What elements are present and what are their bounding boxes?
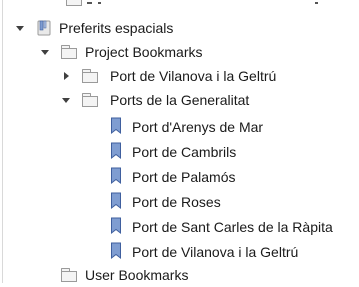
bookmark-item[interactable]: Port d'Arenys de Mar [0,115,359,139]
tree-item-label: Port de Vilanova i la Geltrú [110,68,277,84]
bookmark-icon [110,242,122,263]
bookmarks-book-icon [36,19,54,40]
bookmark-item[interactable]: Port de Palamós [0,165,359,189]
tree-item-label: Project Bookmarks [85,44,203,60]
tree-item-label: User Bookmarks [85,267,189,283]
tree-item-project-bookmarks[interactable]: Project Bookmarks [0,40,359,64]
folder-icon [61,45,77,59]
tree-item-label: Preferits espacials [59,20,174,36]
chevron-down-icon[interactable] [14,22,26,34]
bookmark-icon [110,167,122,188]
scrolled-row-partial [60,0,359,8]
chevron-right-icon[interactable] [60,70,72,82]
bookmark-label: Port de Palamós [132,169,236,185]
bookmark-icon [110,192,122,213]
bookmark-item[interactable]: Port de Cambrils [0,140,359,164]
bookmark-label: Port de Vilanova i la Geltrú [132,244,299,260]
bookmark-item[interactable]: Port de Vilanova i la Geltrú [0,240,359,264]
bookmark-icon [110,142,122,163]
folder-icon [82,69,98,83]
folder-icon [82,93,98,107]
folder-icon [66,0,82,6]
bookmark-item[interactable]: Port de Sant Carles de la Ràpita [0,215,359,239]
chevron-down-icon[interactable] [39,46,51,58]
bookmark-label: Port d'Arenys de Mar [132,119,264,135]
bookmark-icon [110,117,122,138]
bookmark-icon [110,217,122,238]
bookmarks-tree: Preferits espacials Project Bookmarks Po… [0,0,359,283]
chevron-down-icon[interactable] [60,94,72,106]
tree-item-label: Ports de la Generalitat [110,92,250,108]
tree-item-user-bookmarks[interactable]: User Bookmarks [0,263,359,287]
folder-icon [61,268,77,282]
bookmark-item[interactable]: Port de Roses [0,190,359,214]
tree-item-group-vilanova[interactable]: Port de Vilanova i la Geltrú [0,64,359,88]
bookmark-label: Port de Roses [132,194,221,210]
bookmark-label: Port de Cambrils [132,144,237,160]
bookmark-label: Port de Sant Carles de la Ràpita [132,219,333,235]
tree-item-group-generalitat[interactable]: Ports de la Generalitat [0,88,359,112]
tree-item-root[interactable]: Preferits espacials [0,16,359,40]
